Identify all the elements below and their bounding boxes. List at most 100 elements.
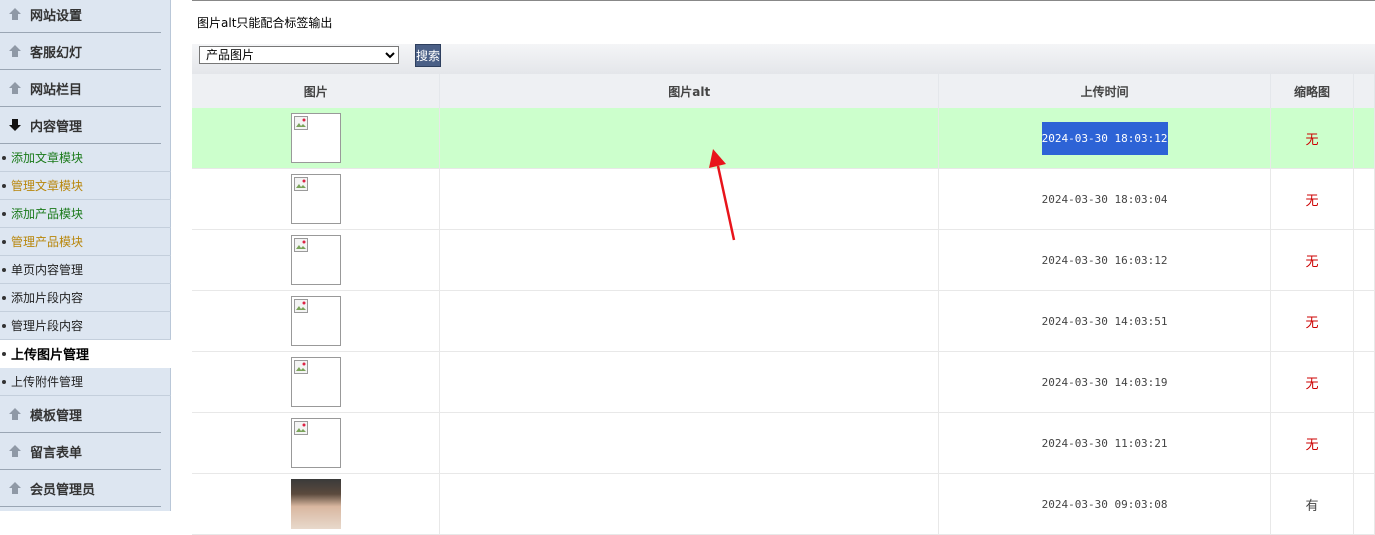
bullet-icon [2, 211, 6, 216]
table-row[interactable]: 2024-03-30 14:03:19 无 [192, 351, 1375, 413]
sidebar-section[interactable]: 网站设置 [0, 0, 161, 33]
sidebar-item-label: 上传图片管理 [11, 348, 90, 363]
thumbnail-status-cell: 无 [1270, 412, 1354, 474]
header-upload-time[interactable]: 上传时间 [938, 74, 1272, 108]
sidebar-item-label: 管理产品模块 [11, 235, 84, 249]
thumbnail-status: 无 [1305, 315, 1319, 331]
spacer-cell [1353, 229, 1375, 291]
table-row[interactable]: 2024-03-30 14:03:51 无 [192, 290, 1375, 352]
upload-time: 2024-03-30 11:03:21 [1041, 436, 1168, 450]
image-cell [192, 108, 441, 169]
bullet-icon [2, 295, 6, 300]
arrow-up-icon [0, 7, 30, 21]
header-spacer [1353, 74, 1375, 108]
thumbnail-status-cell: 无 [1270, 108, 1354, 169]
sidebar-item[interactable]: 上传附件管理 [0, 368, 171, 396]
arrow-up-icon [0, 444, 30, 458]
bullet-icon [2, 183, 6, 188]
image-cell [192, 168, 441, 230]
sidebar-item[interactable]: 添加片段内容 [0, 284, 171, 312]
upload-time: 2024-03-30 18:03:04 [1041, 192, 1168, 206]
sidebar-section[interactable]: 会员管理员 [0, 470, 161, 507]
table-row[interactable]: 2024-03-30 11:03:21 无 [192, 412, 1375, 474]
broken-image-icon[interactable] [290, 113, 341, 163]
sidebar-section[interactable]: 留言表单 [0, 433, 161, 470]
alt-cell[interactable] [439, 290, 940, 352]
sidebar-section-label: 网站栏目 [30, 82, 83, 98]
upload-time-cell: 2024-03-30 18:03:04 [938, 168, 1272, 230]
alt-cell[interactable] [439, 473, 940, 535]
upload-time: 2024-03-30 09:03:08 [1041, 497, 1168, 511]
sidebar-section-label: 内容管理 [30, 119, 83, 135]
sidebar-item-label: 管理文章模块 [11, 179, 84, 193]
sidebar-item[interactable]: 管理文章模块 [0, 172, 171, 200]
image-cell [192, 229, 441, 291]
bullet-icon [2, 239, 6, 244]
spacer-cell [1353, 108, 1375, 169]
header-alt[interactable]: 图片alt [439, 74, 940, 108]
sidebar-section-label: 客服幻灯 [30, 45, 83, 61]
sidebar-item-label: 添加产品模块 [11, 207, 84, 221]
spacer-cell [1353, 412, 1375, 474]
header-image[interactable]: 图片 [192, 74, 441, 108]
search-button[interactable]: 搜索 [415, 44, 441, 67]
bullet-icon [2, 379, 6, 384]
sidebar-section[interactable]: 模板管理 [0, 396, 161, 433]
image-cell [192, 351, 441, 413]
sidebar-section[interactable]: 网站栏目 [0, 70, 161, 107]
sidebar-section[interactable]: 客服幻灯 [0, 33, 161, 70]
thumbnail-status: 有 [1305, 498, 1319, 514]
thumbnail-status-cell: 无 [1270, 290, 1354, 352]
filter-toolbar: 产品图片 搜索 [192, 44, 1375, 74]
alt-cell[interactable] [439, 168, 940, 230]
alt-notice: 图片alt只能配合标签输出 [192, 0, 1375, 44]
thumbnail-status-cell: 无 [1270, 351, 1354, 413]
alt-cell[interactable] [439, 108, 940, 169]
image-cell [192, 290, 441, 352]
upload-time: 2024-03-30 14:03:19 [1041, 375, 1168, 389]
photo-thumbnail[interactable] [290, 479, 341, 529]
sidebar-item-label: 添加片段内容 [11, 291, 84, 305]
table-row[interactable]: 2024-03-30 09:03:08 有 [192, 473, 1375, 535]
table-row[interactable]: 2024-03-30 18:03:12 无 [192, 108, 1375, 169]
sidebar-item[interactable]: 单页内容管理 [0, 256, 171, 284]
thumbnail-status-cell: 有 [1270, 473, 1354, 535]
header-thumbnail[interactable]: 缩略图 [1270, 74, 1354, 108]
sidebar: 网站设置客服幻灯网站栏目内容管理 添加文章模块 管理文章模块 添加产品模块 管理产品模… [0, 0, 171, 511]
alt-cell[interactable] [439, 412, 940, 474]
broken-image-icon[interactable] [290, 357, 341, 407]
table-header-row: 图片 图片alt 上传时间 缩略图 [192, 74, 1375, 108]
spacer-cell [1353, 473, 1375, 535]
sidebar-item[interactable]: 管理产品模块 [0, 228, 171, 256]
arrow-up-icon [0, 481, 30, 495]
image-table: 图片 图片alt 上传时间 缩略图 2024-03-30 18:03:12 无 20… [192, 74, 1375, 535]
sidebar-item[interactable]: 管理片段内容 [0, 312, 171, 340]
sidebar-section[interactable]: 内容管理 [0, 107, 161, 144]
upload-time: 2024-03-30 18:03:12 [1041, 121, 1168, 155]
sidebar-section-label: 网站设置 [30, 8, 83, 24]
broken-image-icon[interactable] [290, 174, 341, 224]
alt-cell[interactable] [439, 351, 940, 413]
spacer-cell [1353, 168, 1375, 230]
spacer-cell [1353, 290, 1375, 352]
table-row[interactable]: 2024-03-30 18:03:04 无 [192, 168, 1375, 230]
sidebar-item[interactable]: 添加产品模块 [0, 200, 171, 228]
upload-time-cell: 2024-03-30 11:03:21 [938, 412, 1272, 474]
thumbnail-status: 无 [1305, 376, 1319, 392]
category-select[interactable]: 产品图片 [199, 46, 399, 64]
thumbnail-status: 无 [1305, 437, 1319, 453]
thumbnail-status-cell: 无 [1270, 229, 1354, 291]
thumbnail-status: 无 [1305, 132, 1319, 148]
sidebar-item-label: 添加文章模块 [11, 151, 84, 165]
broken-image-icon[interactable] [290, 296, 341, 346]
upload-time-cell: 2024-03-30 18:03:12 [938, 108, 1272, 169]
table-row[interactable]: 2024-03-30 16:03:12 无 [192, 229, 1375, 291]
sidebar-item[interactable]: 上传图片管理 [0, 340, 171, 368]
broken-image-icon[interactable] [290, 418, 341, 468]
sidebar-item[interactable]: 添加文章模块 [0, 144, 171, 172]
alt-cell[interactable] [439, 229, 940, 291]
broken-image-icon[interactable] [290, 235, 341, 285]
upload-time: 2024-03-30 16:03:12 [1041, 253, 1168, 267]
thumbnail-status-cell: 无 [1270, 168, 1354, 230]
sidebar-section-label: 会员管理员 [30, 482, 96, 498]
